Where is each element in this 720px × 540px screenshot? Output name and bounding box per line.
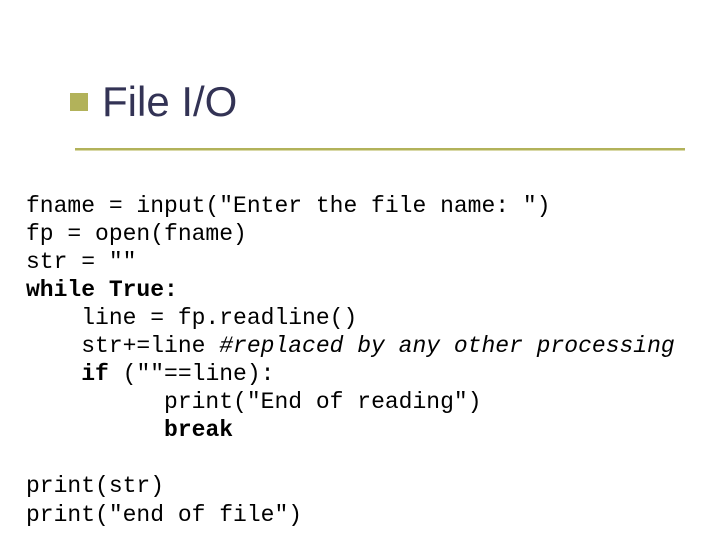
slide-title: File I/O	[102, 78, 237, 126]
divider	[75, 148, 685, 150]
code-line-3: str = ""	[26, 249, 136, 275]
code-line-1: fname = input("Enter the file name: ")	[26, 193, 551, 219]
keyword-break: break	[164, 417, 233, 443]
code-line-7: if (""==line):	[26, 361, 274, 387]
keyword-while: while	[26, 277, 95, 303]
code-line-2: fp = open(fname)	[26, 221, 247, 247]
keyword-if: if	[81, 361, 109, 387]
code-line-10: print(str)	[26, 473, 164, 499]
bullet-icon	[70, 93, 88, 111]
slide: File I/O fname = input("Enter the file n…	[0, 0, 720, 540]
code-line-11: print("end of file")	[26, 502, 302, 528]
code-line-5: line = fp.readline()	[26, 305, 357, 331]
comment: #replaced by any other processing	[219, 333, 674, 359]
code-line-9: break	[26, 417, 233, 443]
code-line-6: str+=line #replaced by any other process…	[26, 333, 675, 359]
code-block: fname = input("Enter the file name: ") f…	[26, 192, 675, 529]
code-line-8: print("End of reading")	[26, 389, 482, 415]
code-line-4: while True:	[26, 277, 178, 303]
title-row: File I/O	[70, 78, 237, 126]
